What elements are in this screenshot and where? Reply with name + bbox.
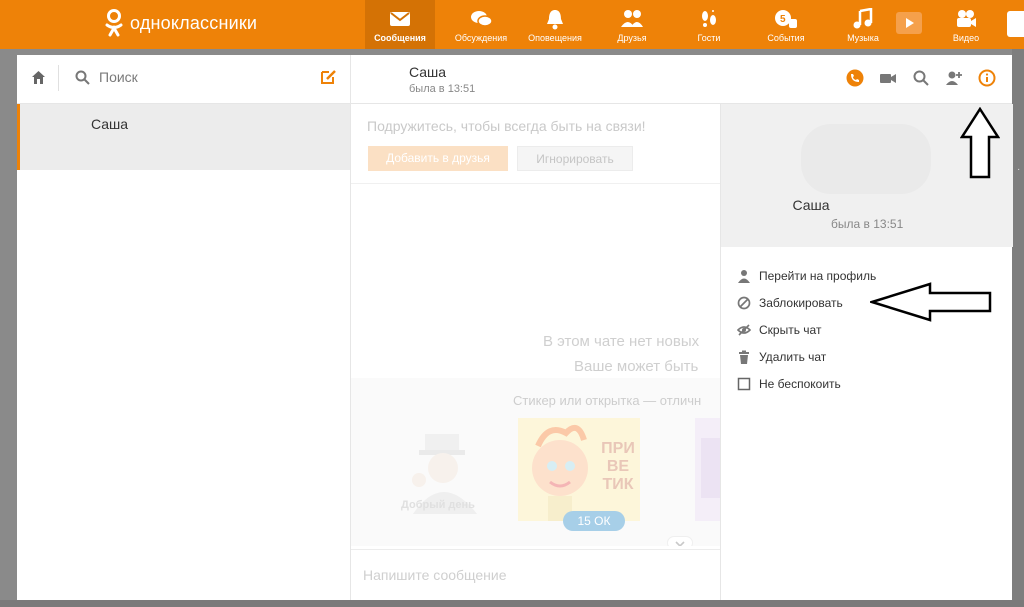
nav-notifications[interactable]: Оповещения <box>520 0 590 49</box>
info-icon[interactable] <box>978 69 996 87</box>
nav-label: Музыка <box>847 33 879 43</box>
thumbs-up-icon: 5 <box>775 10 797 28</box>
bell-icon <box>547 10 563 30</box>
brand-logo[interactable]: одноклассники <box>104 8 257 38</box>
divider <box>58 65 59 91</box>
sticker-suggestions: Стикер или открытка — отличн Добрый день <box>351 378 720 546</box>
ok-logo-icon <box>105 9 123 37</box>
sticker-hello[interactable]: ПРИ ВЕ ТИК <box>518 418 640 521</box>
block-icon <box>737 296 751 309</box>
chat-title[interactable]: Саша <box>409 64 446 80</box>
search-input[interactable]: Поиск <box>99 69 138 85</box>
friends-icon <box>621 10 643 27</box>
do-not-disturb-item[interactable]: Не беспокоить <box>737 370 876 397</box>
nav-label: Обсуждения <box>454 33 508 43</box>
nav-label: События <box>767 33 805 43</box>
sticker-hint: Стикер или открытка — отличн <box>513 393 702 408</box>
add-member-icon[interactable] <box>945 69 963 87</box>
profile-status: была в 13:51 <box>831 217 904 231</box>
delete-chat-item[interactable]: Удалить чат <box>737 343 876 370</box>
person-icon <box>738 269 750 283</box>
message-input-placeholder: Напишите сообщение <box>363 567 507 583</box>
nav-discussions[interactable]: Обсуждения <box>446 0 516 49</box>
active-indicator <box>17 104 20 170</box>
menu-item-label: Перейти на профиль <box>759 268 877 283</box>
message-input[interactable]: Напишите сообщение <box>351 549 720 601</box>
envelope-icon <box>390 12 410 26</box>
video-camera-icon <box>957 10 976 27</box>
avatar[interactable] <box>801 124 931 194</box>
nav-messages[interactable]: Сообщения <box>365 0 435 49</box>
empty-chat-text-line1: В этом чате нет новых <box>543 333 700 350</box>
nav-video[interactable]: Видео <box>931 0 1001 49</box>
chat-list-item-name: Саша <box>91 116 129 132</box>
chat-list-column: Поиск Саша <box>17 55 351 600</box>
chat-actions-menu: Перейти на профиль Заблокировать Скрыть … <box>737 262 876 397</box>
annotation-arrow-up-icon <box>960 107 1000 179</box>
nav-label: Сообщения <box>374 33 426 43</box>
sticker-price-badge: 15 ОК <box>563 511 625 531</box>
trash-icon <box>739 350 749 364</box>
svg-text:5: 5 <box>780 14 786 25</box>
menu-item-label: Скрыть чат <box>759 322 822 337</box>
call-icon[interactable] <box>846 69 864 87</box>
nav-music[interactable]: Музыка <box>828 0 898 49</box>
sticker-hello-text: ПРИ ВЕ ТИК <box>601 440 635 493</box>
chat-list-item[interactable]: Саша <box>17 104 350 170</box>
chat-bubbles-icon <box>471 11 493 27</box>
befriend-prompt: Подружитесь, чтобы всегда быть на связи! <box>367 118 646 134</box>
play-triangle-icon <box>906 18 914 28</box>
footprints-icon <box>702 10 716 27</box>
menu-item-label: Удалить чат <box>759 349 827 364</box>
chat-status: была в 13:51 <box>409 83 476 95</box>
messages-panel: Поиск Саша Саша была в 13:51 Подружитесь… <box>17 55 1013 601</box>
profile-name: Саша <box>792 197 830 213</box>
search-in-chat-icon[interactable] <box>912 69 930 87</box>
menu-item-label: Не беспокоить <box>759 376 841 391</box>
annotation-arrow-left-icon <box>870 282 992 322</box>
empty-chat-text-line2: Ваше может быть <box>574 358 699 375</box>
background-page-bottom <box>0 600 1024 607</box>
sticker-good-day[interactable]: Добрый день <box>397 430 493 514</box>
checkbox-icon[interactable] <box>737 377 751 391</box>
postcard-sticker-icon <box>701 438 720 498</box>
nav-events[interactable]: 5 События <box>751 0 821 49</box>
menu-item-label: Заблокировать <box>759 295 843 310</box>
chat-header: Саша была в 13:51 <box>351 55 1012 104</box>
home-icon[interactable] <box>30 69 47 86</box>
music-note-icon <box>853 8 873 29</box>
background-page-edge: · <box>1012 49 1024 607</box>
sticker-partial[interactable] <box>695 418 720 521</box>
nav-friends[interactable]: Друзья <box>597 0 667 49</box>
add-friend-button[interactable]: Добавить в друзья <box>368 146 508 171</box>
video-call-icon[interactable] <box>879 69 897 87</box>
brand-name: одноклассники <box>130 12 258 33</box>
collapse-stickers-button[interactable] <box>667 536 693 546</box>
chevron-down-icon <box>675 541 685 546</box>
nav-label: Гости <box>697 33 721 43</box>
sticker-caption: Добрый день <box>401 499 475 511</box>
chat-area: Саша была в 13:51 Подружитесь, чтобы все… <box>351 55 1012 601</box>
nav-label: Видео <box>952 33 980 43</box>
go-to-profile-item[interactable]: Перейти на профиль <box>737 262 876 289</box>
chat-list-header: Поиск <box>17 55 350 104</box>
search-icon[interactable] <box>75 70 90 85</box>
background-text: · <box>1017 164 1021 175</box>
compose-icon[interactable] <box>319 68 337 86</box>
play-icon[interactable] <box>896 12 922 34</box>
nav-label: Друзья <box>617 33 647 43</box>
hidden-eye-icon <box>737 323 751 336</box>
nav-label: Оповещения <box>528 33 582 43</box>
top-bar: одноклассники Сообщения Обсуждения Опове… <box>0 0 1024 49</box>
nav-guests[interactable]: Гости <box>674 0 744 49</box>
divider <box>351 183 720 184</box>
top-search-input[interactable] <box>1007 11 1024 37</box>
block-item[interactable]: Заблокировать <box>737 289 876 316</box>
ignore-button[interactable]: Игнорировать <box>517 146 633 171</box>
hide-chat-item[interactable]: Скрыть чат <box>737 316 876 343</box>
